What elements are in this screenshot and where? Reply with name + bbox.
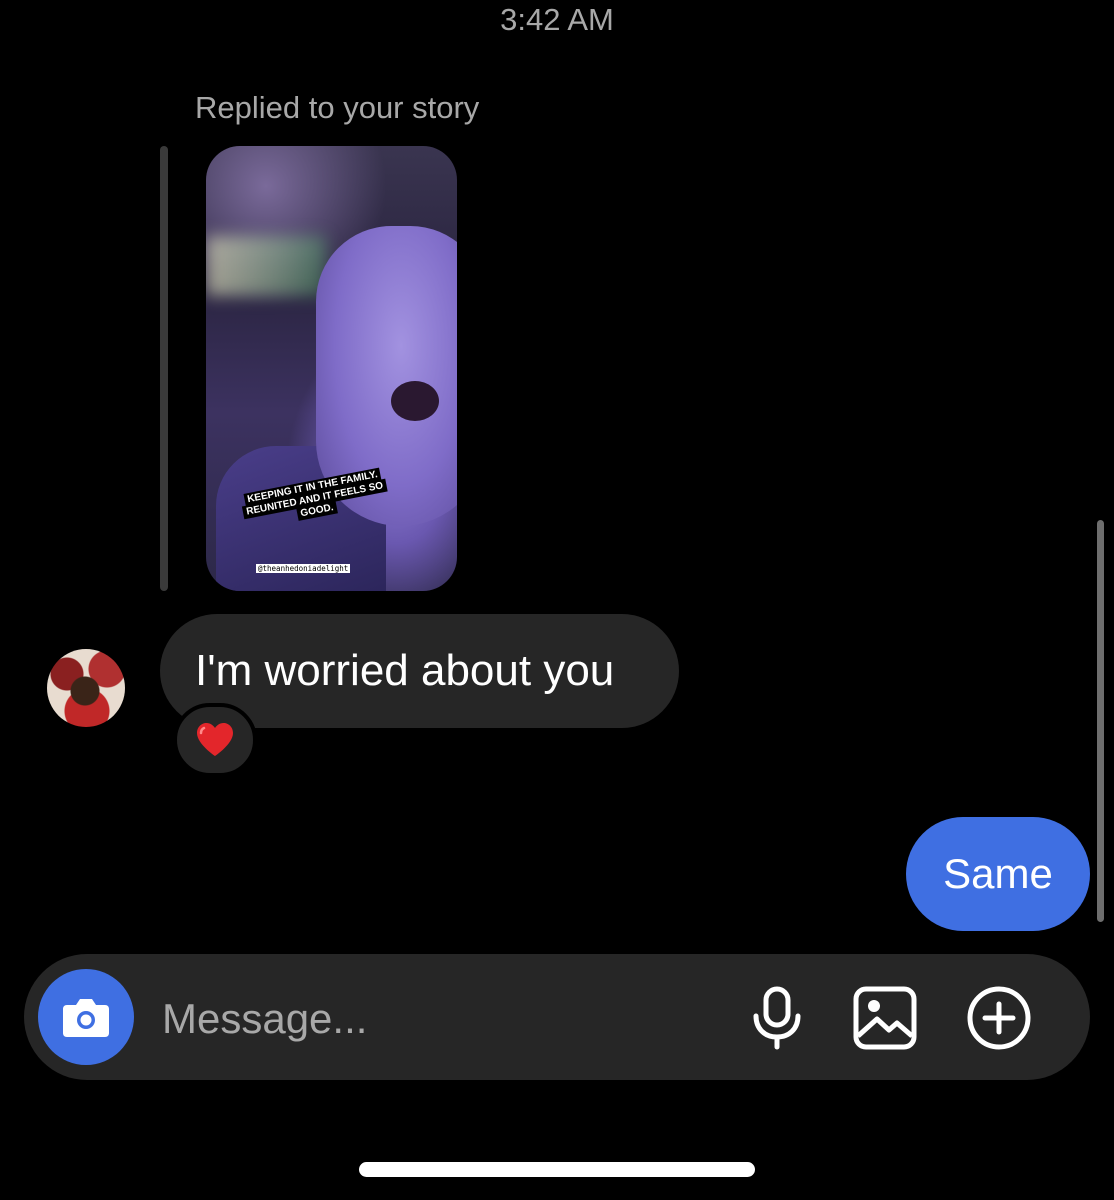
reply-quote-bar [160,146,168,591]
outgoing-message-text: Same [943,850,1053,897]
plus-circle-icon [967,986,1031,1050]
heart-reaction-icon [197,723,233,756]
message-reaction[interactable] [173,703,257,777]
sender-avatar[interactable] [47,649,125,727]
story-thumbnail[interactable]: KEEPING IT IN THE FAMILY. REUNITED AND I… [206,146,457,591]
gallery-button[interactable] [852,985,918,1051]
story-mouth [391,381,439,421]
story-mention-sticker: @theanhedoniadelight [256,564,351,573]
story-background-light [206,236,326,296]
story-reply-label: Replied to your story [195,90,480,125]
outgoing-message-bubble[interactable]: Same [906,817,1090,931]
camera-button[interactable] [38,969,134,1065]
message-input[interactable] [160,985,704,1053]
home-indicator [359,1162,755,1177]
gallery-icon [853,986,917,1050]
more-options-button[interactable] [965,985,1033,1051]
scrollbar[interactable] [1097,520,1104,922]
microphone-icon [753,986,801,1050]
message-timestamp: 3:42 AM [500,2,614,37]
camera-icon [63,999,109,1037]
voice-message-button[interactable] [745,985,809,1051]
incoming-message-text: I'm worried about you [195,646,615,695]
